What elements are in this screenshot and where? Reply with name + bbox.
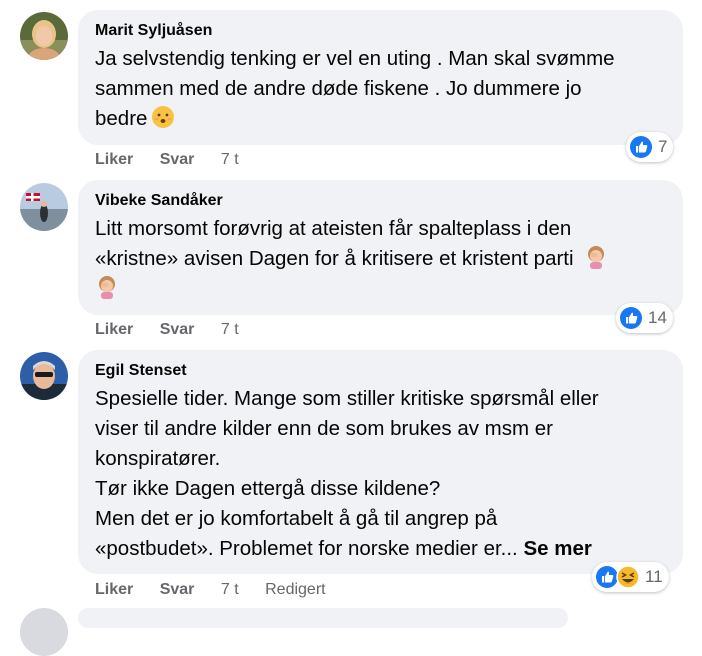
comment-author[interactable]: Marit Syljuåsen [95, 21, 665, 41]
comment-text: Ja selvstendig tenking er vel en uting .… [95, 44, 665, 134]
comment-timestamp[interactable]: 7 t [221, 150, 239, 170]
comment-text: Spesielle tider. Mange som stiller kriti… [95, 384, 665, 564]
comment-text-fragment: «kristne» avisen Dagen for å kritisere e… [95, 247, 574, 270]
comment-timestamp[interactable]: 7 t [221, 580, 239, 600]
comment-text-line: Ja selvstendig tenking er vel en uting .… [95, 47, 615, 70]
reaction-summary[interactable]: 14 [616, 303, 673, 333]
comment-author[interactable]: Vibeke Sandåker [95, 191, 665, 211]
comment-bubble: Egil Stenset Spesielle tider. Mange som … [78, 350, 683, 574]
see-more-link[interactable]: Se mer [523, 537, 591, 560]
comment-bubble: Marit Syljuåsen Ja selvstendig tenking e… [78, 10, 683, 145]
like-reaction-icon [619, 306, 643, 330]
reaction-count: 14 [648, 308, 667, 327]
comment-actions: Liker Svar 7 t [95, 320, 261, 340]
comment-text-line: «postbudet». Problemet for norske medier… [95, 534, 665, 564]
comment-text-line: Litt morsomt forøvrig at ateisten får sp… [95, 217, 572, 240]
comment-timestamp[interactable]: 7 t [221, 320, 239, 340]
comment-text-line: Spesielle tider. Mange som stiller kriti… [95, 387, 599, 410]
like-reaction-icon [629, 135, 653, 159]
reply-button[interactable]: Svar [160, 150, 195, 170]
comment-text-line: konspiratører. [95, 447, 221, 470]
comment-actions: Liker Svar 7 t [95, 150, 261, 170]
comment-text-line: viser til andre kilder enn de som brukes… [95, 417, 554, 440]
comment-text-line [95, 274, 665, 304]
comment-text: Litt morsomt forøvrig at ateisten får sp… [95, 214, 665, 304]
comment-text-fragment: «postbudet». Problemet for norske medier… [95, 537, 518, 560]
next-comment-bubble [78, 608, 568, 628]
comment-text-line: Men det er jo komfortabelt å gå til angr… [95, 507, 498, 530]
comment-text-line: Tør ikke Dagen ettergå disse kildene? [95, 477, 441, 500]
reaction-count: 11 [645, 567, 663, 586]
reaction-count: 7 [658, 137, 668, 156]
reply-button[interactable]: Svar [160, 580, 195, 600]
reaction-summary[interactable]: 7 [626, 132, 674, 162]
comment-text-fragment: bedre [95, 107, 148, 130]
hushed-face-emoji [151, 105, 175, 129]
comment-text-line: bedre [95, 104, 665, 134]
reply-button[interactable]: Svar [160, 320, 195, 340]
edited-label[interactable]: Redigert [265, 580, 325, 600]
avatar[interactable] [20, 12, 68, 60]
comment-actions: Liker Svar 7 t Redigert [95, 580, 348, 600]
comment-text-line: sammen med de andre døde fiskene . Jo du… [95, 77, 582, 100]
like-button[interactable]: Liker [95, 580, 133, 600]
like-button[interactable]: Liker [95, 150, 133, 170]
comment-bubble: Vibeke Sandåker Litt morsomt forøvrig at… [78, 180, 683, 315]
avatar[interactable] [20, 352, 68, 400]
avatar[interactable] [20, 183, 68, 231]
facepalm-woman-emoji [95, 275, 119, 299]
comment-author[interactable]: Egil Stenset [95, 361, 665, 381]
next-comment-avatar[interactable] [20, 608, 68, 656]
comment-text-line: «kristne» avisen Dagen for å kritisere e… [95, 244, 665, 274]
reaction-summary[interactable]: 11 [592, 562, 669, 592]
facepalm-woman-emoji [584, 245, 608, 269]
haha-reaction-icon [616, 565, 640, 589]
like-button[interactable]: Liker [95, 320, 133, 340]
